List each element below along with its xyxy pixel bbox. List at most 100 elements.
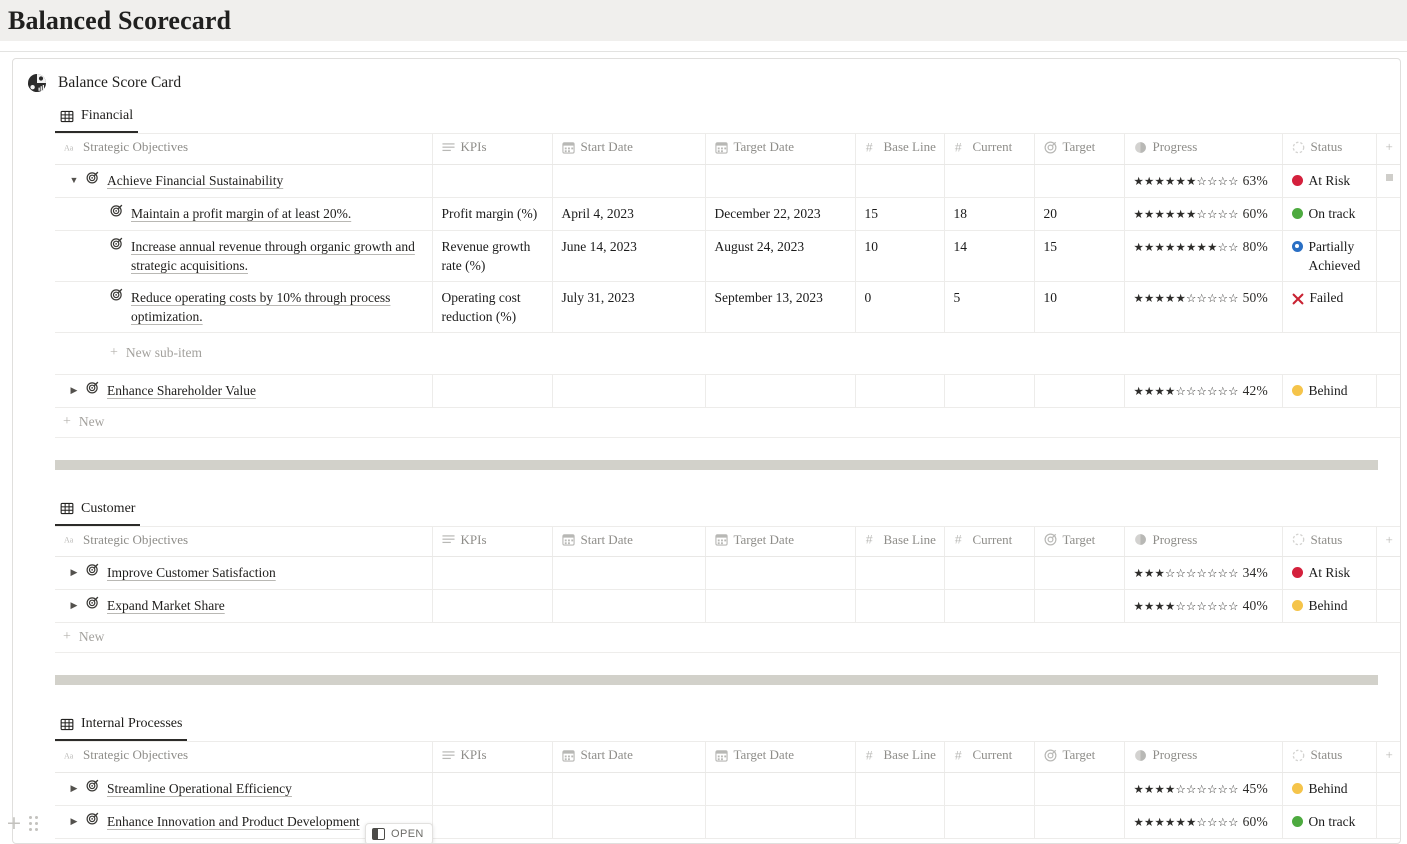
objective-title[interactable]: Increase annual revenue through organic … bbox=[131, 237, 423, 275]
column-header-target[interactable]: Target bbox=[1034, 742, 1124, 773]
cell-start[interactable]: July 31, 2023 bbox=[552, 281, 705, 332]
cell-target_date[interactable] bbox=[705, 805, 855, 838]
cell-kpis[interactable] bbox=[432, 805, 552, 838]
cell-objective[interactable]: Maintain a profit margin of at least 20%… bbox=[55, 197, 432, 230]
collapse-arrow-icon[interactable]: ▼ bbox=[64, 171, 84, 190]
column-header-status[interactable]: Status bbox=[1282, 134, 1376, 165]
cell-objective[interactable]: Increase annual revenue through organic … bbox=[55, 230, 432, 281]
objective-title[interactable]: Achieve Financial Sustainability bbox=[107, 171, 283, 190]
cell-kpis[interactable] bbox=[432, 374, 552, 407]
cell-progress[interactable]: ★★★★☆☆☆☆☆☆40% bbox=[1124, 590, 1282, 623]
column-header-target_date[interactable]: Target Date bbox=[705, 526, 855, 557]
cell-target[interactable]: 20 bbox=[1034, 197, 1124, 230]
table-row[interactable]: Reduce operating costs by 10% through pr… bbox=[55, 281, 1401, 332]
cell-status[interactable]: Partially Achieved bbox=[1282, 230, 1376, 281]
column-header-baseline[interactable]: #Base Line bbox=[855, 742, 944, 773]
tab-customer[interactable]: Customer bbox=[55, 498, 140, 526]
cell-target_date[interactable] bbox=[705, 590, 855, 623]
table-row[interactable]: Increase annual revenue through organic … bbox=[55, 230, 1401, 281]
cell-kpis[interactable]: Operating cost reduction (%) bbox=[432, 281, 552, 332]
expand-arrow-icon[interactable]: ▶ bbox=[64, 779, 84, 798]
column-header-current[interactable]: #Current bbox=[944, 742, 1034, 773]
cell-objective[interactable]: ▼ Achieve Financial Sustainability bbox=[55, 164, 432, 197]
cell-status[interactable]: Behind bbox=[1282, 590, 1376, 623]
column-header-target_date[interactable]: Target Date bbox=[705, 134, 855, 165]
column-header-kpis[interactable]: KPIs bbox=[432, 526, 552, 557]
cell-kpis[interactable] bbox=[432, 557, 552, 590]
cell-current[interactable] bbox=[944, 374, 1034, 407]
cell-status[interactable]: Behind bbox=[1282, 374, 1376, 407]
cell-start[interactable]: June 14, 2023 bbox=[552, 230, 705, 281]
cell-target_date[interactable] bbox=[705, 772, 855, 805]
new-sub-item-button[interactable]: +New sub-item bbox=[64, 339, 1394, 368]
column-header-target_date[interactable]: Target Date bbox=[705, 742, 855, 773]
cell-status[interactable]: Behind bbox=[1282, 772, 1376, 805]
drag-handle-icon[interactable] bbox=[29, 816, 38, 831]
column-header-start[interactable]: Start Date bbox=[552, 526, 705, 557]
add-column-header[interactable]: + bbox=[1376, 526, 1401, 557]
expand-arrow-icon[interactable]: ▶ bbox=[64, 596, 84, 615]
cell-target_date[interactable]: December 22, 2023 bbox=[705, 197, 855, 230]
cell-progress[interactable]: ★★★★★★☆☆☆☆60% bbox=[1124, 197, 1282, 230]
cell-baseline[interactable] bbox=[855, 590, 944, 623]
cell-start[interactable] bbox=[552, 374, 705, 407]
add-block-icon[interactable]: + bbox=[6, 814, 22, 833]
cell-target_date[interactable] bbox=[705, 164, 855, 197]
cell-status[interactable]: On track bbox=[1282, 805, 1376, 838]
objective-title[interactable]: Maintain a profit margin of at least 20%… bbox=[131, 204, 351, 223]
new-row-button[interactable]: +New bbox=[55, 408, 1401, 438]
tab-financial[interactable]: Financial bbox=[55, 105, 138, 133]
cell-start[interactable] bbox=[552, 557, 705, 590]
column-header-start[interactable]: Start Date bbox=[552, 742, 705, 773]
cell-progress[interactable]: ★★★★☆☆☆☆☆☆42% bbox=[1124, 374, 1282, 407]
cell-current[interactable]: 14 bbox=[944, 230, 1034, 281]
cell-target[interactable] bbox=[1034, 164, 1124, 197]
cell-current[interactable] bbox=[944, 805, 1034, 838]
column-header-current[interactable]: #Current bbox=[944, 526, 1034, 557]
cell-target[interactable] bbox=[1034, 772, 1124, 805]
open-button[interactable]: OPEN bbox=[365, 823, 433, 844]
cell-progress[interactable]: ★★★★★★★★☆☆80% bbox=[1124, 230, 1282, 281]
cell-progress[interactable]: ★★★★★★☆☆☆☆63% bbox=[1124, 164, 1282, 197]
cell-objective[interactable]: ▶Expand Market Share bbox=[55, 590, 432, 623]
cell-progress[interactable]: ★★★★★★☆☆☆☆60% bbox=[1124, 805, 1282, 838]
cell-kpis[interactable] bbox=[432, 164, 552, 197]
cell-current[interactable] bbox=[944, 772, 1034, 805]
objective-title[interactable]: Improve Customer Satisfaction bbox=[107, 563, 276, 582]
cell-status[interactable]: At Risk bbox=[1282, 557, 1376, 590]
new-sub-item-row[interactable]: +New sub-item bbox=[55, 332, 1401, 374]
column-header-baseline[interactable]: #Base Line bbox=[855, 526, 944, 557]
cell-target[interactable] bbox=[1034, 557, 1124, 590]
cell-baseline[interactable]: 15 bbox=[855, 197, 944, 230]
column-header-objectives[interactable]: AaStrategic Objectives bbox=[55, 134, 432, 165]
column-header-kpis[interactable]: KPIs bbox=[432, 134, 552, 165]
expand-arrow-icon[interactable]: ▶ bbox=[64, 381, 84, 400]
cell-target[interactable] bbox=[1034, 590, 1124, 623]
cell-kpis[interactable] bbox=[432, 772, 552, 805]
cell-start[interactable]: April 4, 2023 bbox=[552, 197, 705, 230]
cell-baseline[interactable] bbox=[855, 772, 944, 805]
cell-target_date[interactable]: September 13, 2023 bbox=[705, 281, 855, 332]
table-row[interactable]: ▶Expand Market Share ★★★★☆☆☆☆☆☆40%Behind bbox=[55, 590, 1401, 623]
cell-objective[interactable]: ▶Enhance Shareholder Value bbox=[55, 374, 432, 407]
objective-title[interactable]: Enhance Innovation and Product Developme… bbox=[107, 812, 360, 831]
column-header-status[interactable]: Status bbox=[1282, 526, 1376, 557]
table-row[interactable]: Maintain a profit margin of at least 20%… bbox=[55, 197, 1401, 230]
cell-current[interactable] bbox=[944, 164, 1034, 197]
cell-baseline[interactable] bbox=[855, 374, 944, 407]
column-header-objectives[interactable]: AaStrategic Objectives bbox=[55, 742, 432, 773]
cell-status[interactable]: Failed bbox=[1282, 281, 1376, 332]
column-header-progress[interactable]: Progress bbox=[1124, 134, 1282, 165]
cell-kpis[interactable]: Revenue growth rate (%) bbox=[432, 230, 552, 281]
cell-target_date[interactable] bbox=[705, 557, 855, 590]
cell-baseline[interactable]: 0 bbox=[855, 281, 944, 332]
column-header-kpis[interactable]: KPIs bbox=[432, 742, 552, 773]
cell-objective[interactable]: Reduce operating costs by 10% through pr… bbox=[55, 281, 432, 332]
column-header-current[interactable]: #Current bbox=[944, 134, 1034, 165]
cell-current[interactable]: 5 bbox=[944, 281, 1034, 332]
cell-current[interactable]: 18 bbox=[944, 197, 1034, 230]
objective-title[interactable]: Reduce operating costs by 10% through pr… bbox=[131, 288, 423, 326]
cell-start[interactable] bbox=[552, 772, 705, 805]
cell-progress[interactable]: ★★★☆☆☆☆☆☆☆34% bbox=[1124, 557, 1282, 590]
cell-progress[interactable]: ★★★★★☆☆☆☆☆50% bbox=[1124, 281, 1282, 332]
